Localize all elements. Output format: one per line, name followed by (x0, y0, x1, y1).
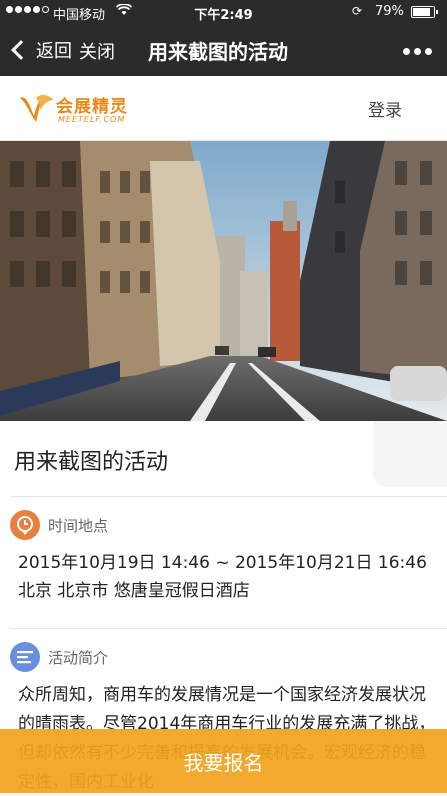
site-header: 会展精灵 MEETELF.COM 登录 (0, 76, 447, 141)
back-button[interactable]: 返回 (10, 37, 72, 63)
logo-icon (20, 94, 54, 122)
login-button[interactable]: 登录 (368, 96, 402, 121)
battery-percentage: 79% (375, 4, 404, 19)
navigation-bar: 返回 关闭 用来截图的活动 (0, 24, 447, 76)
divider (10, 628, 447, 629)
rotation-lock-icon: ⟳ (352, 4, 363, 18)
battery-icon (411, 6, 438, 18)
event-cover-image (0, 141, 447, 421)
site-logo[interactable]: 会展精灵 MEETELF.COM (18, 88, 138, 128)
event-title: 用来截图的活动 (14, 450, 169, 475)
time-location-header: 时间地点 (10, 510, 108, 540)
event-time-range: 2015年10月19日 14:46 ~ 2015年10月21日 16:46 (18, 553, 427, 573)
intro-header: 活动简介 (10, 642, 108, 672)
event-location[interactable]: 北京 北京市 悠唐皇冠假日酒店 (18, 576, 250, 606)
close-button[interactable]: 关闭 (79, 38, 115, 64)
list-icon (10, 642, 40, 672)
time-location-label: 时间地点 (48, 516, 109, 535)
more-menu-button[interactable] (403, 48, 432, 55)
back-label: 返回 (36, 41, 72, 62)
brand-domain: MEETELF.COM (58, 115, 126, 124)
brand-name: 会展精灵 (56, 97, 128, 117)
intro-label: 活动简介 (48, 648, 109, 667)
floating-action-area (373, 421, 447, 487)
status-bar: 中国移动 下午2:49 ⟳ 79% (0, 0, 447, 24)
signup-button[interactable]: 我要报名 (0, 729, 447, 793)
clock-location-icon (10, 510, 40, 540)
chevron-left-icon (11, 40, 31, 60)
page-title: 用来截图的活动 (148, 40, 288, 64)
divider (10, 496, 447, 497)
